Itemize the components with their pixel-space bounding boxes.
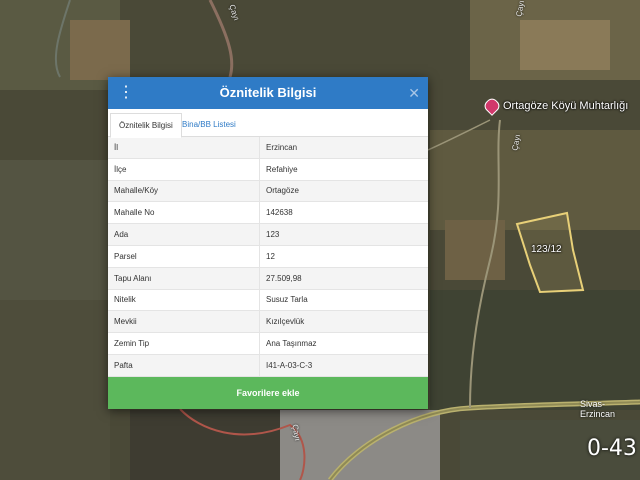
tab-building-list[interactable]: Bina/BB Listesi <box>174 113 244 136</box>
attribute-value: 142638 <box>259 201 428 225</box>
attribute-value: Ana Taşınmaz <box>259 332 428 355</box>
attribute-value: 27.509,98 <box>259 267 428 290</box>
attribute-table: İl Erzincan İlçe Refahiye Mahalle/Köy Ortagöz… <box>108 137 428 377</box>
attribute-key: Parsel <box>108 245 260 268</box>
attribute-key: İlçe <box>108 158 260 181</box>
attribute-value: Kızılçevlük <box>259 310 428 334</box>
attribute-key: Tapu Alanı <box>108 267 260 290</box>
table-row: Tapu Alanı 27.509,98 <box>108 267 428 290</box>
parcel-label: 123/12 <box>531 244 562 255</box>
attribute-value: Erzincan <box>259 137 428 159</box>
attribute-value: I41-A-03-C-3 <box>259 354 428 377</box>
table-row: İl Erzincan <box>108 137 428 159</box>
attribute-value: Ortagöze <box>259 180 428 203</box>
attribute-info-dialog: ⋮ Öznitelik Bilgisi ✕ Öznitelik Bilgisi … <box>108 77 428 409</box>
poi-marker[interactable]: Ortagöze Köyü Muhtarlığı <box>482 96 629 116</box>
table-row: Pafta I41-A-03-C-3 <box>108 354 428 377</box>
add-to-favorites-button[interactable]: Favorilere ekle <box>108 377 428 409</box>
attribute-value: 123 <box>259 223 428 246</box>
attribute-key: Mevkii <box>108 310 260 334</box>
attribute-key: Pafta <box>108 354 260 377</box>
attribute-value: Refahiye <box>259 158 428 181</box>
table-row: Parsel 12 <box>108 245 428 268</box>
attribute-value: Susuz Tarla <box>259 289 428 312</box>
table-row: Mahalle/Köy Ortagöze <box>108 180 428 203</box>
attribute-key: Nitelik <box>108 289 260 312</box>
attribute-key: Mahalle No <box>108 201 260 225</box>
dialog-tabs: Öznitelik Bilgisi Bina/BB Listesi <box>108 109 428 138</box>
attribute-value: 12 <box>259 245 428 268</box>
table-row: Nitelik Susuz Tarla <box>108 289 428 312</box>
table-row: İlçe Refahiye <box>108 158 428 181</box>
table-row: Zemin Tip Ana Taşınmaz <box>108 332 428 355</box>
dialog-title: Öznitelik Bilgisi <box>219 85 317 100</box>
corner-code: 0-43 <box>587 436 637 461</box>
road-label: Sivas-Erzincan <box>580 399 616 419</box>
table-row: Mevkii Kızılçevlük <box>108 310 428 334</box>
attribute-key: Zemin Tip <box>108 332 260 355</box>
poi-label: Ortagöze Köyü Muhtarlığı <box>503 100 629 112</box>
attribute-key: Ada <box>108 223 260 246</box>
table-row: Ada 123 <box>108 223 428 246</box>
map-pin-icon[interactable] <box>482 96 502 116</box>
table-row: Mahalle No 142638 <box>108 201 428 225</box>
dialog-header: ⋮ Öznitelik Bilgisi ✕ <box>108 77 428 109</box>
close-icon[interactable]: ✕ <box>408 77 420 109</box>
attribute-key: Mahalle/Köy <box>108 180 260 203</box>
tab-attribute-info[interactable]: Öznitelik Bilgisi <box>110 113 182 138</box>
attribute-key: İl <box>108 137 260 159</box>
